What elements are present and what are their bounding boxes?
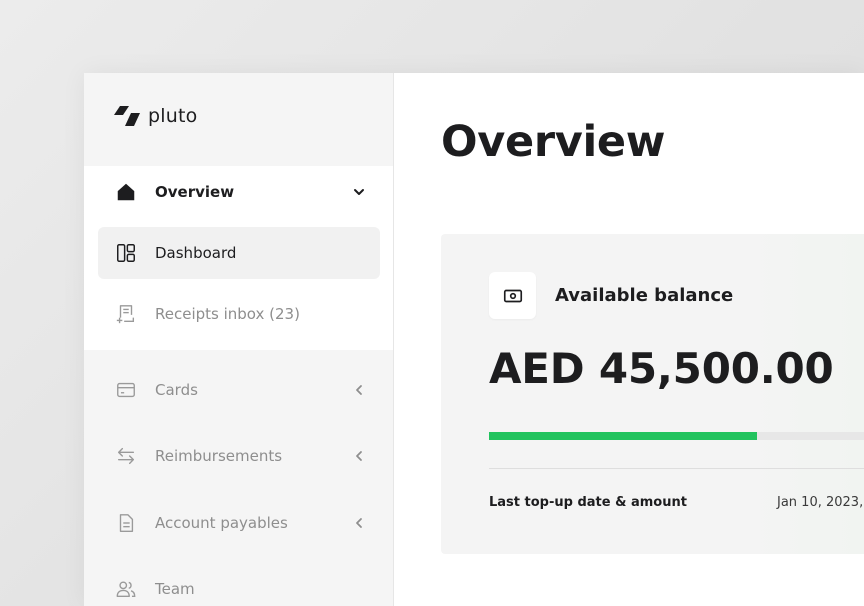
app-window: pluto Overview Dashboard Receipts inbox … bbox=[84, 73, 864, 606]
brand-logo[interactable]: pluto bbox=[114, 103, 197, 129]
sidebar-item-receipts-inbox[interactable]: Receipts inbox (23) bbox=[98, 288, 380, 340]
sidebar-item-label: Overview bbox=[155, 183, 235, 201]
pluto-logo-icon bbox=[114, 106, 140, 126]
sidebar-item-label: Cards bbox=[155, 381, 198, 399]
home-icon bbox=[114, 180, 138, 204]
sidebar: pluto Overview Dashboard Receipts inbox … bbox=[84, 73, 394, 606]
sidebar-item-account-payables[interactable]: Account payables bbox=[98, 497, 380, 549]
balance-progress-bar bbox=[489, 432, 864, 440]
balance-progress-fill bbox=[489, 432, 757, 440]
sidebar-item-label: Reimbursements bbox=[155, 447, 283, 465]
chevron-left-icon[interactable] bbox=[352, 449, 366, 463]
balance-amount: AED 45,500.00 bbox=[489, 344, 834, 393]
sidebar-item-label: Account payables bbox=[155, 514, 288, 532]
transfer-arrows-icon bbox=[114, 444, 138, 468]
receipt-icon bbox=[114, 302, 138, 326]
balance-card: Available balance AED 45,500.00 Last top… bbox=[441, 234, 864, 554]
sidebar-item-label: Receipts inbox (23) bbox=[155, 305, 300, 323]
brand-name: pluto bbox=[148, 105, 198, 127]
overview-group: Overview Dashboard Receipts inbox (23) bbox=[84, 166, 393, 350]
page-title: Overview bbox=[441, 117, 666, 167]
sidebar-item-label: Dashboard bbox=[155, 244, 237, 262]
sidebar-item-cards[interactable]: Cards bbox=[98, 364, 380, 416]
main-content: Overview Available balance AED 45,500.00… bbox=[394, 73, 864, 606]
sidebar-item-dashboard[interactable]: Dashboard bbox=[98, 227, 380, 279]
balance-title: Available balance bbox=[555, 285, 734, 306]
chevron-left-icon[interactable] bbox=[352, 383, 366, 397]
sidebar-item-overview[interactable]: Overview bbox=[98, 166, 380, 218]
team-icon bbox=[114, 577, 138, 601]
last-topup-label: Last top-up date & amount bbox=[489, 495, 687, 510]
dashboard-icon bbox=[114, 241, 138, 265]
cash-icon bbox=[489, 272, 536, 319]
sidebar-item-reimbursements[interactable]: Reimbursements bbox=[98, 430, 380, 482]
divider bbox=[489, 468, 864, 469]
sidebar-item-team[interactable]: Team bbox=[98, 563, 380, 606]
chevron-down-icon[interactable] bbox=[352, 185, 366, 199]
card-icon bbox=[114, 378, 138, 402]
chevron-left-icon[interactable] bbox=[352, 516, 366, 530]
last-topup-value: Jan 10, 2023, bbox=[777, 495, 864, 510]
sidebar-item-label: Team bbox=[155, 580, 195, 598]
document-icon bbox=[114, 511, 138, 535]
